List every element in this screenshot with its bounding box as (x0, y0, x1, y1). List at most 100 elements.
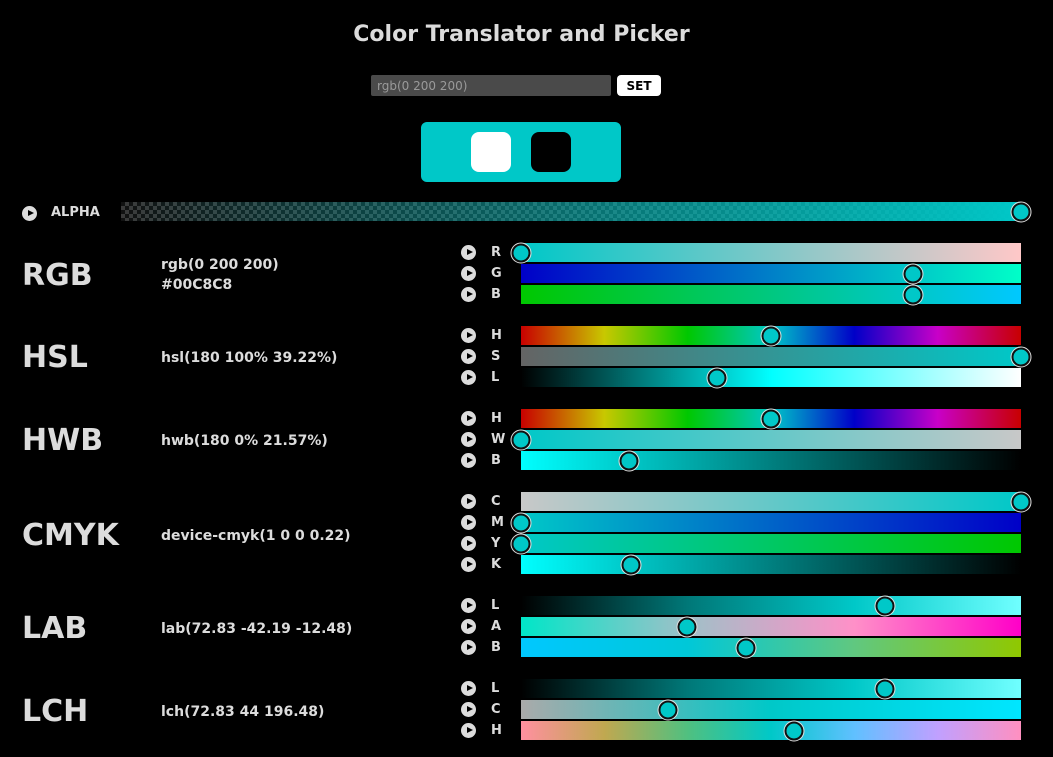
rgb-b-2-label: B (491, 287, 501, 302)
cmyk-y-2-play-icon[interactable] (461, 536, 476, 551)
hwb-b-2-play-icon[interactable] (461, 453, 476, 468)
page-title: Color Translator and Picker (353, 22, 690, 47)
cmyk-c-0-play-icon[interactable] (461, 494, 476, 509)
white-swatch[interactable] (471, 132, 511, 172)
hwb-w-1-play-icon[interactable] (461, 432, 476, 447)
lch-l-0-label: L (491, 681, 500, 696)
rgb-g-1-play-icon[interactable] (461, 266, 476, 281)
hsl-l-2-slider-thumb[interactable] (706, 367, 728, 388)
hsl-s-1-label: S (491, 349, 501, 364)
lab-value-0: lab(72.83 -42.19 -12.48) (161, 621, 353, 637)
cmyk-model-name: CMYK (22, 518, 119, 553)
hsl-s-1-slider[interactable] (521, 346, 1032, 367)
hwb-b-2-label: B (491, 453, 501, 468)
lab-a-1-label: A (491, 619, 502, 634)
cmyk-m-1-slider-thumb[interactable] (510, 512, 532, 533)
lab-l-0-label: L (491, 598, 500, 613)
alpha-slider[interactable] (121, 201, 1032, 222)
lab-b-2-slider-thumb[interactable] (735, 637, 757, 658)
rgb-g-1-slider-thumb[interactable] (902, 263, 924, 284)
rgb-value-1: #00C8C8 (161, 277, 233, 293)
color-input[interactable] (371, 75, 611, 96)
black-swatch[interactable] (531, 132, 571, 172)
cmyk-m-1-label: M (491, 515, 504, 530)
lch-c-1-slider-thumb[interactable] (657, 699, 679, 720)
rgb-r-0-play-icon[interactable] (461, 245, 476, 260)
lch-value-0: lch(72.83 44 196.48) (161, 704, 325, 720)
lab-model-name: LAB (22, 611, 88, 646)
hsl-l-2-play-icon[interactable] (461, 370, 476, 385)
rgb-r-0-slider-thumb[interactable] (510, 242, 532, 263)
hwb-w-1-slider[interactable] (510, 429, 1021, 450)
cmyk-y-2-slider[interactable] (510, 533, 1021, 554)
hsl-h-0-play-icon[interactable] (461, 328, 476, 343)
hsl-value-0: hsl(180 100% 39.22%) (161, 350, 338, 366)
hsl-model-name: HSL (22, 340, 88, 375)
hsl-h-0-label: H (491, 328, 502, 343)
lab-a-1-slider[interactable] (521, 616, 1021, 637)
hwb-w-1-slider-thumb[interactable] (510, 429, 532, 450)
color-preview (421, 122, 621, 182)
cmyk-c-0-slider[interactable] (521, 491, 1032, 512)
lab-b-2-label: B (491, 640, 501, 655)
lch-h-2-slider-thumb[interactable] (783, 720, 805, 741)
cmyk-m-1-slider[interactable] (510, 512, 1021, 533)
hwb-h-0-slider-thumb[interactable] (760, 408, 782, 429)
hsl-l-2-slider[interactable] (521, 367, 1021, 388)
rgb-b-2-play-icon[interactable] (461, 287, 476, 302)
hwb-b-2-slider[interactable] (521, 450, 1021, 471)
lch-model-name: LCH (22, 694, 89, 729)
hsl-s-1-slider-thumb[interactable] (1010, 346, 1032, 367)
lch-h-2-play-icon[interactable] (461, 723, 476, 738)
rgb-b-2-slider[interactable] (521, 284, 1021, 305)
hwb-b-2-slider-thumb[interactable] (618, 450, 640, 471)
cmyk-k-3-play-icon[interactable] (461, 557, 476, 572)
cmyk-y-2-slider-thumb[interactable] (510, 533, 532, 554)
hsl-l-2-label: L (491, 370, 500, 385)
lch-h-2-slider[interactable] (521, 720, 1021, 741)
cmyk-c-0-label: C (491, 494, 501, 509)
cmyk-k-3-slider-thumb[interactable] (620, 554, 642, 575)
lch-l-0-play-icon[interactable] (461, 681, 476, 696)
hsl-h-0-slider-thumb[interactable] (760, 325, 782, 346)
set-button[interactable]: SET (617, 75, 661, 96)
rgb-g-1-slider[interactable] (521, 263, 1021, 284)
lab-b-2-play-icon[interactable] (461, 640, 476, 655)
lch-c-1-slider[interactable] (521, 699, 1021, 720)
hwb-value-0: hwb(180 0% 21.57%) (161, 433, 328, 449)
cmyk-y-2-label: Y (491, 536, 501, 551)
lch-c-1-play-icon[interactable] (461, 702, 476, 717)
hwb-model-name: HWB (22, 423, 104, 458)
rgb-r-0-label: R (491, 245, 502, 260)
lab-l-0-slider[interactable] (521, 595, 1021, 616)
lch-l-0-slider[interactable] (521, 678, 1021, 699)
rgb-value-0: rgb(0 200 200) (161, 257, 279, 273)
lab-l-0-play-icon[interactable] (461, 598, 476, 613)
color-input-row: SET (371, 75, 661, 96)
alpha-label: ALPHA (51, 205, 100, 220)
rgb-r-0-slider[interactable] (510, 242, 1021, 263)
lab-a-1-slider-thumb[interactable] (676, 616, 698, 637)
rgb-g-1-label: G (491, 266, 502, 281)
lch-h-2-label: H (491, 723, 502, 738)
lab-b-2-slider[interactable] (521, 637, 1021, 658)
lch-c-1-label: C (491, 702, 501, 717)
rgb-b-2-slider-thumb[interactable] (902, 284, 924, 305)
lch-l-0-slider-thumb[interactable] (874, 678, 896, 699)
cmyk-k-3-slider[interactable] (521, 554, 1021, 575)
alpha-play-icon[interactable] (22, 206, 37, 221)
lab-l-0-slider-thumb[interactable] (874, 595, 896, 616)
cmyk-value-0: device-cmyk(1 0 0 0.22) (161, 528, 351, 544)
cmyk-k-3-label: K (491, 557, 502, 572)
cmyk-m-1-play-icon[interactable] (461, 515, 476, 530)
hwb-h-0-slider[interactable] (521, 408, 1021, 429)
rgb-model-name: RGB (22, 258, 93, 293)
cmyk-c-0-slider-thumb[interactable] (1010, 491, 1032, 512)
hwb-h-0-label: H (491, 411, 502, 426)
hsl-s-1-play-icon[interactable] (461, 349, 476, 364)
lab-a-1-play-icon[interactable] (461, 619, 476, 634)
hsl-h-0-slider[interactable] (521, 325, 1021, 346)
alpha-slider-thumb[interactable] (1010, 201, 1032, 222)
hwb-h-0-play-icon[interactable] (461, 411, 476, 426)
hwb-w-1-label: W (491, 432, 506, 447)
